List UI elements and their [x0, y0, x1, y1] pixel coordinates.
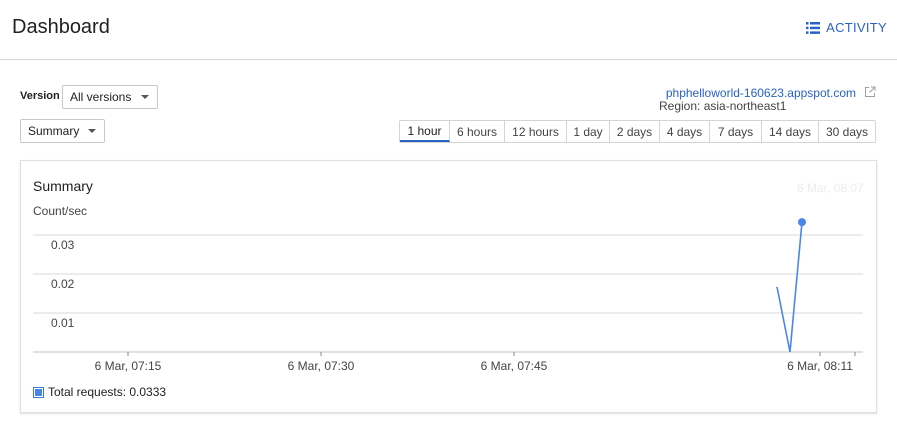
range-2-days[interactable]: 2 days — [610, 121, 660, 142]
view-select[interactable]: Summary — [20, 119, 105, 143]
time-range-selector: 1 hour 6 hours 12 hours 1 day 2 days 4 d… — [399, 120, 876, 143]
range-4-days[interactable]: 4 days — [660, 121, 710, 142]
range-7-days[interactable]: 7 days — [710, 121, 762, 142]
activity-button[interactable]: ACTIVITY — [806, 20, 887, 35]
legend-label: Total requests: 0.0333 — [48, 385, 167, 399]
app-url-link[interactable]: phphelloworld-160623.appspot.com — [666, 86, 856, 100]
range-6-hours[interactable]: 6 hours — [450, 121, 505, 142]
y-axis-label: Count/sec — [33, 204, 88, 218]
chart-legend: Total requests: 0.0333 — [33, 385, 166, 399]
version-select[interactable]: All versions — [62, 85, 158, 109]
caret-down-icon — [88, 129, 96, 133]
range-30-days[interactable]: 30 days — [819, 121, 875, 142]
external-link-icon[interactable] — [864, 86, 876, 98]
summary-chart-card — [20, 160, 877, 413]
version-label: Version — [20, 90, 60, 102]
region-text: Region: asia-northeast1 — [659, 99, 787, 113]
version-select-value: All versions — [70, 90, 132, 104]
range-14-days[interactable]: 14 days — [762, 121, 819, 142]
page-title: Dashboard — [12, 16, 110, 38]
list-icon — [806, 21, 821, 34]
range-1-hour[interactable]: 1 hour — [400, 121, 450, 142]
view-select-value: Summary — [28, 124, 80, 138]
range-12-hours[interactable]: 12 hours — [505, 121, 567, 142]
hover-timestamp: 6 Mar, 08:07 — [797, 181, 864, 195]
legend-checkbox[interactable] — [33, 386, 44, 398]
chart-title: Summary — [33, 178, 93, 194]
activity-label: ACTIVITY — [826, 20, 887, 35]
caret-down-icon — [141, 95, 149, 99]
top-header: Dashboard ACTIVITY — [0, 0, 897, 60]
range-1-day[interactable]: 1 day — [567, 121, 610, 142]
